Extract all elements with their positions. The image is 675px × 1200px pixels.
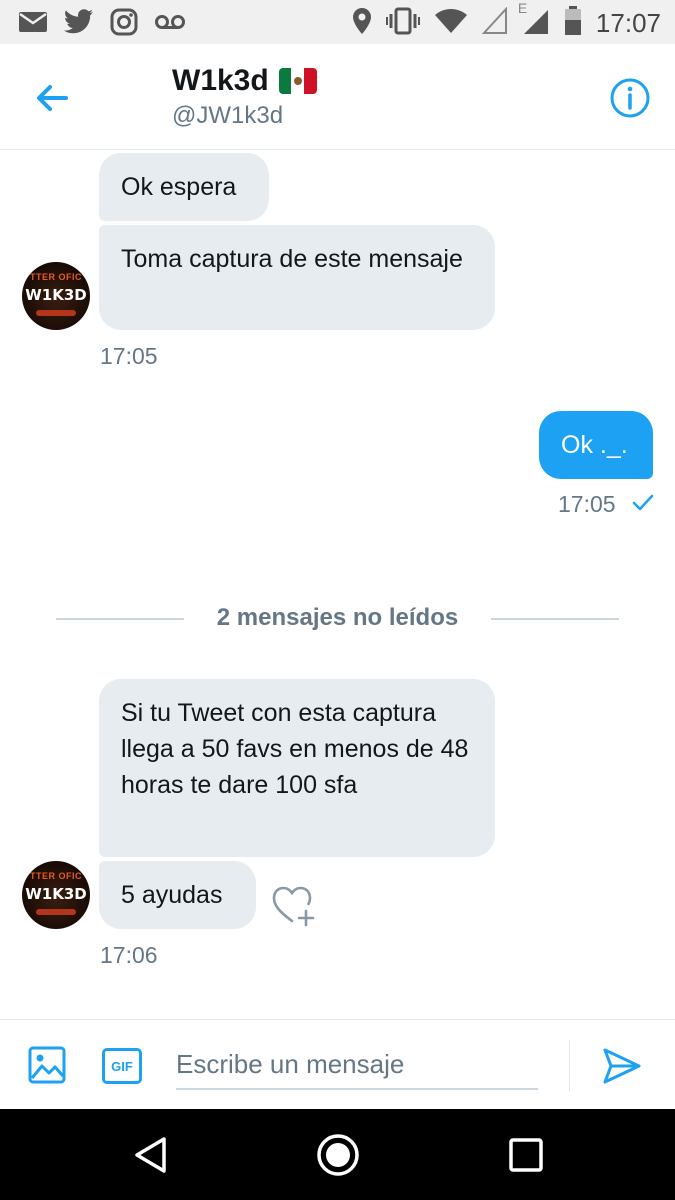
send-icon [603, 1048, 641, 1084]
avatar-name-text: W1K3D [25, 885, 87, 903]
back-button[interactable] [30, 78, 74, 118]
like-message-button[interactable] [272, 886, 318, 928]
mexico-flag-icon [278, 68, 317, 94]
signal-icon: E [518, 0, 550, 41]
status-bar: E 17:07 [0, 0, 675, 44]
signal-empty-icon [481, 6, 508, 40]
message-text: Ok espera [121, 173, 237, 201]
mail-icon [18, 10, 48, 39]
wifi-icon [434, 8, 468, 39]
system-back-button[interactable] [132, 1135, 168, 1180]
vibrate-icon [385, 7, 420, 40]
avatar-name-text: W1K3D [25, 286, 87, 304]
message-timestamp: 17:05 [100, 343, 158, 369]
system-navigation-bar [0, 1109, 675, 1200]
status-left-icons [18, 8, 186, 41]
message-timestamp-text: 17:05 [558, 491, 616, 517]
status-time: 17:07 [595, 8, 661, 38]
system-home-button[interactable] [316, 1133, 360, 1182]
voicemail-icon [154, 13, 186, 36]
divider-line-right [491, 618, 619, 620]
gif-label: GIF [111, 1058, 133, 1074]
checkmark-icon [632, 491, 654, 518]
message-text: 5 ayudas [121, 881, 223, 909]
home-circle-icon [317, 1134, 359, 1176]
add-gif-button[interactable]: GIF [102, 1048, 142, 1084]
system-recents-button[interactable] [508, 1137, 544, 1178]
network-type-label: E [517, 0, 528, 16]
message-bubble-incoming[interactable]: 5 ayudas [99, 861, 256, 929]
message-input[interactable] [176, 1040, 538, 1090]
composer-separator [569, 1040, 570, 1092]
avatar-top-text: TTER OFIC [30, 871, 82, 881]
add-photo-button[interactable] [28, 1046, 66, 1084]
conversation-title: W1k3d [172, 64, 269, 97]
sender-avatar[interactable]: TTER OFIC W1K3D [22, 262, 90, 330]
message-bubble-incoming[interactable]: Toma captura de este mensaje [99, 225, 495, 330]
twitter-icon [63, 9, 94, 40]
send-button[interactable] [602, 1046, 642, 1086]
info-button[interactable] [609, 77, 651, 119]
status-right-icons: E 17:07 [352, 0, 661, 41]
triangle-back-icon [135, 1137, 166, 1173]
heart-plus-icon [272, 886, 315, 927]
message-bubble-outgoing[interactable]: Ok ._. [539, 411, 653, 479]
image-icon [28, 1046, 66, 1084]
instagram-icon [110, 8, 138, 41]
arrow-left-icon [37, 85, 68, 111]
avatar-top-text: TTER OFIC [30, 272, 82, 282]
conversation-header: W1k3d @JW1k3d [0, 44, 675, 150]
message-text: Ok ._. [561, 431, 628, 459]
message-timestamp-outgoing: 17:05 [558, 491, 654, 518]
location-icon [352, 7, 372, 40]
battery-icon [564, 6, 582, 41]
message-text: Si tu Tweet con esta captura llega a 50 … [121, 699, 469, 799]
message-composer: GIF [0, 1019, 675, 1109]
conversation-title-block[interactable]: W1k3d @JW1k3d [172, 64, 317, 130]
unread-divider: 2 mensajes no leídos [56, 604, 619, 634]
message-bubble-incoming[interactable]: Si tu Tweet con esta captura llega a 50 … [99, 679, 495, 857]
avatar-decoration [36, 310, 76, 316]
square-recents-icon [509, 1138, 543, 1172]
message-timestamp: 17:06 [100, 942, 158, 968]
conversation-handle: @JW1k3d [172, 102, 284, 129]
message-bubble-incoming[interactable]: Ok espera [99, 153, 269, 221]
message-text: Toma captura de este mensaje [121, 245, 463, 273]
avatar-decoration [36, 909, 76, 915]
sender-avatar[interactable]: TTER OFIC W1K3D [22, 861, 90, 929]
info-icon [610, 78, 650, 118]
